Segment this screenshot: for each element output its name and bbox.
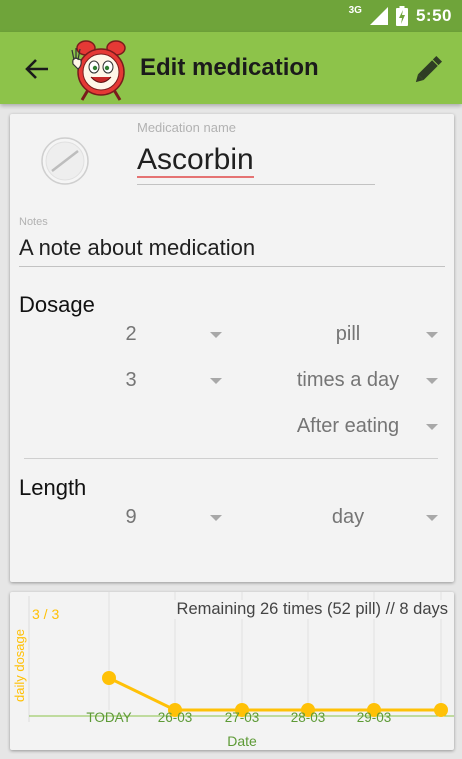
medication-form-card: Medication name Ascorbin Notes A note ab… (10, 114, 454, 582)
dosage-chart-card: 3 / 3 daily dosage TODAY 26-03 27-03 28-03 29-… (10, 592, 454, 750)
x-tick-label: TODAY (86, 710, 131, 725)
series-line (108, 676, 441, 712)
dosage-unit-spinner[interactable]: pill (258, 315, 438, 353)
medication-name-value: Ascorbin (137, 143, 254, 178)
notes-value: A note about medication (19, 235, 256, 260)
signal-icon (369, 7, 388, 25)
status-icons: 3G 5:50 (349, 0, 452, 32)
medication-name-input[interactable]: Ascorbin (137, 142, 375, 185)
dosage-frequency-spinner[interactable]: times a day (258, 361, 438, 399)
x-tick-label: 29-03 (357, 710, 392, 725)
pill-icon (41, 137, 89, 185)
length-value-spinner[interactable]: 9 (40, 498, 222, 536)
alarm-clock-mascot-logo (71, 40, 126, 101)
x-tick-label: 26-03 (158, 710, 193, 725)
status-time: 5:50 (415, 6, 452, 25)
arrow-back-icon (25, 59, 48, 79)
dropdown-caret-icon (210, 378, 222, 384)
divider (24, 458, 438, 459)
dropdown-caret-icon (426, 378, 438, 384)
y-axis-label: daily dosage (12, 629, 27, 702)
back-button[interactable] (20, 52, 54, 86)
edit-button[interactable] (410, 50, 450, 86)
dropdown-caret-icon (426, 424, 438, 430)
x-tick-label: 28-03 (291, 710, 326, 725)
data-point (102, 671, 116, 685)
notes-input[interactable]: A note about medication (19, 230, 445, 267)
dosage-times-spinner[interactable]: 3 (40, 361, 222, 399)
dropdown-caret-icon (210, 332, 222, 338)
dosage-timing-value: After eating (296, 414, 400, 437)
length-unit-spinner[interactable]: day (258, 498, 438, 536)
dosage-frequency-value: times a day (296, 368, 400, 391)
remaining-summary: Remaining 26 times (52 pill) // 8 days (170, 600, 448, 619)
battery-charging-icon (395, 6, 408, 26)
dropdown-caret-icon (210, 515, 222, 521)
pencil-icon (415, 55, 443, 83)
dosage-amount-spinner[interactable]: 2 (40, 315, 222, 353)
network-type: 3G (348, 4, 362, 16)
medication-name-label: Medication name (137, 120, 236, 135)
dosage-unit-value: pill (335, 322, 361, 345)
x-tick-label: 27-03 (225, 710, 260, 725)
dosage-times-value: 3 (125, 368, 137, 391)
page-title: Edit medication (140, 54, 319, 81)
y-max-label: 3 / 3 (32, 606, 59, 622)
length-value: 9 (125, 505, 137, 528)
dropdown-caret-icon (426, 515, 438, 521)
data-point (434, 703, 448, 717)
length-unit-value: day (331, 505, 365, 528)
dosage-timing-spinner[interactable]: After eating (258, 407, 438, 445)
x-axis-label: Date (227, 733, 257, 749)
dropdown-caret-icon (426, 332, 438, 338)
status-bar: 3G 5:50 (0, 0, 462, 32)
toolbar: Edit medication (0, 32, 462, 104)
dosage-amount-value: 2 (125, 322, 137, 345)
notes-label: Notes (19, 216, 48, 228)
